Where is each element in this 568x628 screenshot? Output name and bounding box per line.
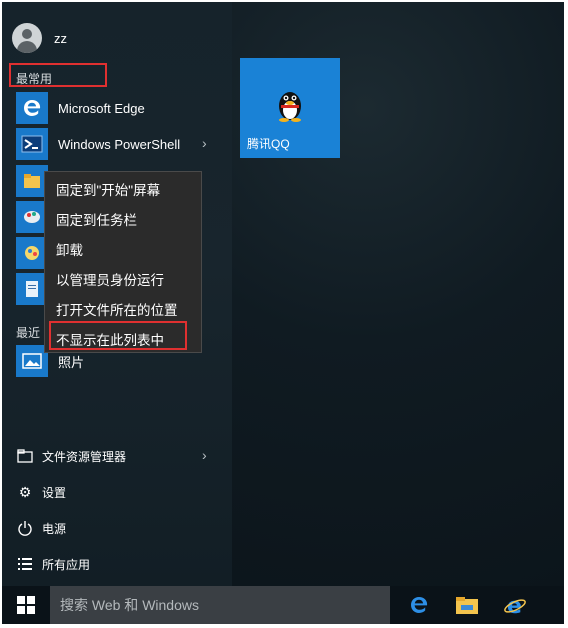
all-apps-icon xyxy=(16,555,34,573)
chevron-right-icon[interactable]: › xyxy=(202,135,207,151)
user-account[interactable]: zz xyxy=(12,22,67,54)
file-explorer-icon xyxy=(16,447,34,465)
search-box[interactable]: 搜索 Web 和 Windows xyxy=(50,586,390,624)
powershell-icon xyxy=(16,128,48,160)
user-avatar-icon xyxy=(12,23,42,53)
menu-item-run-as-admin[interactable]: 以管理员身份运行 xyxy=(45,266,201,296)
menu-item-pin-to-taskbar[interactable]: 固定到任务栏 xyxy=(45,206,201,236)
power-icon xyxy=(16,519,34,537)
taskbar: 搜索 Web 和 Windows e xyxy=(2,586,564,624)
bottom-item-label: 设置 xyxy=(42,485,67,500)
menu-item-pin-to-start[interactable]: 固定到"开始"屏幕 xyxy=(45,176,201,206)
tile-qq[interactable]: 腾讯QQ xyxy=(240,58,340,158)
app-item-microsoft-edge[interactable]: Microsoft Edge xyxy=(16,92,145,124)
bottom-item-label: 电源 xyxy=(42,521,67,536)
app-item-windows-powershell[interactable]: Windows PowerShell xyxy=(16,128,180,160)
recent-heading: 最近 xyxy=(16,326,41,340)
menu-item-uninstall[interactable]: 卸载 xyxy=(45,236,201,266)
qq-penguin-icon xyxy=(279,92,301,122)
bottom-item-file-explorer[interactable]: 文件资源管理器 xyxy=(16,444,126,468)
highlight-box-most-used xyxy=(9,63,107,87)
bottom-item-label: 所有应用 xyxy=(42,557,91,572)
gear-icon: ⚙ xyxy=(18,483,32,500)
bottom-item-label: 文件资源管理器 xyxy=(42,449,127,464)
app-label: Microsoft Edge xyxy=(58,100,145,116)
user-name: zz xyxy=(54,30,67,46)
bottom-item-power[interactable]: 电源 xyxy=(16,516,66,540)
bottom-item-all-apps[interactable]: 所有应用 xyxy=(16,552,90,576)
start-button[interactable] xyxy=(2,586,50,624)
app-label: Windows PowerShell xyxy=(58,136,181,152)
bottom-item-settings[interactable]: ⚙ 设置 xyxy=(16,480,66,504)
file-explorer-icon[interactable] xyxy=(452,590,482,620)
highlight-box-dont-show xyxy=(49,321,187,350)
edge-icon[interactable] xyxy=(404,590,434,620)
edge-icon xyxy=(16,92,48,124)
chevron-right-icon[interactable]: › xyxy=(202,447,207,463)
tile-label: 腾讯QQ xyxy=(247,137,290,151)
start-menu-screenshot: zz 最常用 Microsoft Edge Windows PowerShell… xyxy=(2,2,564,624)
internet-explorer-icon[interactable]: e xyxy=(500,590,530,620)
windows-logo-icon xyxy=(17,596,35,614)
